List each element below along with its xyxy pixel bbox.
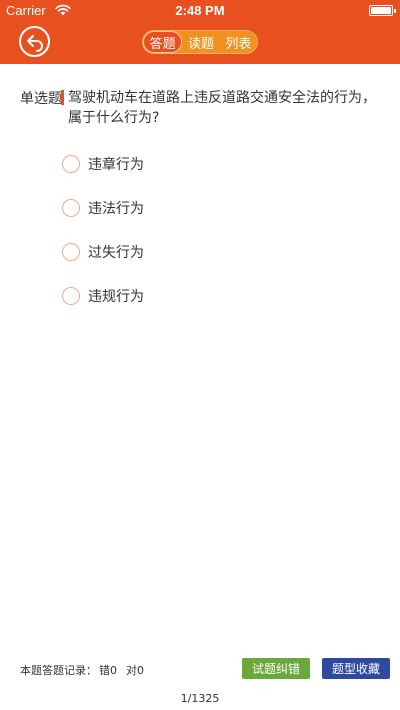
mode-segmented-control: 答题 读题 列表 xyxy=(142,30,258,54)
radio-icon[interactable] xyxy=(62,155,80,173)
wrong-count: 错0 xyxy=(99,664,117,677)
answer-record: 本题答题记录： 错0 对0 xyxy=(20,662,146,678)
app-header: Carrier 2:48 PM 答题 读题 列表 xyxy=(0,0,400,64)
status-time: 2:48 PM xyxy=(175,3,225,18)
question-text: 驾驶机动车在道路上违反道路交通安全法的行为，属于什么行为? xyxy=(68,90,376,126)
answer-options: 违章行为 违法行为 过失行为 违规行为 xyxy=(62,142,144,318)
back-button[interactable] xyxy=(19,26,50,57)
option-1[interactable]: 违章行为 xyxy=(62,142,144,186)
option-2[interactable]: 违法行为 xyxy=(62,186,144,230)
option-label: 过失行为 xyxy=(88,245,144,261)
report-error-button[interactable]: 试题纠错 xyxy=(242,658,310,679)
page-indicator: 1/1325 xyxy=(180,692,220,705)
option-label: 违章行为 xyxy=(88,157,144,173)
radio-icon[interactable] xyxy=(62,243,80,261)
radio-icon[interactable] xyxy=(62,199,80,217)
right-count: 对0 xyxy=(126,664,144,677)
status-bar: Carrier 2:48 PM xyxy=(0,0,400,22)
back-arrow-icon xyxy=(26,34,43,52)
question-type-label: 单选题 xyxy=(20,91,62,107)
radio-icon[interactable] xyxy=(62,287,80,305)
question-marker xyxy=(61,90,64,105)
option-3[interactable]: 过失行为 xyxy=(62,230,144,274)
record-label: 本题答题记录： xyxy=(20,664,97,677)
tab-read[interactable]: 读题 xyxy=(182,31,219,53)
option-4[interactable]: 违规行为 xyxy=(62,274,144,318)
tab-answer[interactable]: 答题 xyxy=(143,31,183,53)
option-label: 违法行为 xyxy=(88,201,144,217)
favorite-button[interactable]: 题型收藏 xyxy=(322,658,390,679)
battery-icon xyxy=(369,5,396,16)
option-label: 违规行为 xyxy=(88,289,144,305)
tab-list[interactable]: 列表 xyxy=(220,31,257,53)
